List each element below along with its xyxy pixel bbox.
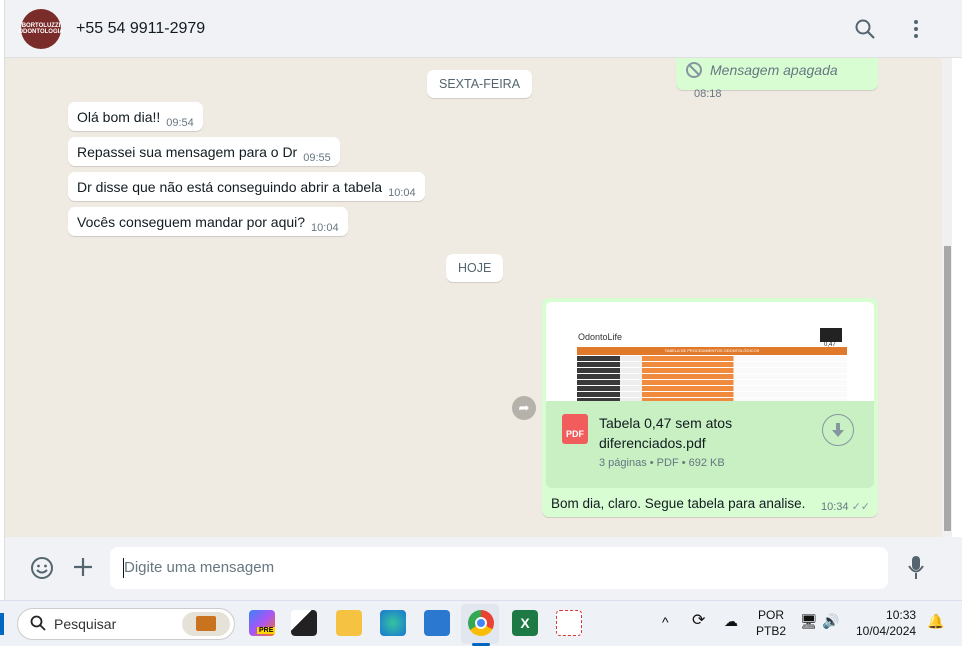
scrollbar-thumb[interactable] <box>944 246 951 531</box>
avatar[interactable]: BORTOLUZZI ODONTOLOGIA <box>18 9 64 49</box>
search-icon[interactable] <box>854 18 876 40</box>
preview-logo: OdontoLife <box>578 332 623 342</box>
snipping-tool-icon[interactable] <box>556 610 582 636</box>
message-text: Dr disse que não está conseguindo abrir … <box>77 179 383 195</box>
message-text: Repassei sua mensagem para o Dr <box>77 144 298 160</box>
network-icon[interactable]: 🖥 <box>800 613 818 629</box>
start-edge[interactable] <box>0 613 4 635</box>
pdf-icon: PDF <box>562 414 588 444</box>
search-icon <box>30 615 46 634</box>
contact-name[interactable]: +55 54 9911-2979 <box>76 20 205 38</box>
language-indicator[interactable]: POR PTB2 <box>756 607 786 639</box>
date-chip: HOJE <box>446 254 504 282</box>
sync-icon[interactable]: ⟳ <box>692 613 705 629</box>
preview-title: TABELA DE PROCEDIMENTOS ODONTOLÓGICOS <box>577 347 847 355</box>
compose-bar: Digite uma mensagem <box>5 537 962 600</box>
menu-icon[interactable] <box>905 18 927 40</box>
message-time: 09:55 <box>303 152 331 164</box>
taskbar-search[interactable]: Pesquisar <box>17 608 235 640</box>
clock-time: 10:33 <box>886 608 917 622</box>
date-chip: SEXTA-FEIRA <box>427 70 533 98</box>
double-check-icon: ✓✓ <box>851 501 870 513</box>
document-meta: 3 páginas • PDF • 692 KB <box>599 457 725 469</box>
search-label: Pesquisar <box>54 616 117 632</box>
language-code: POR <box>758 608 785 622</box>
forward-icon[interactable]: ➦ <box>512 396 536 420</box>
edge-icon[interactable] <box>380 610 406 636</box>
chrome-icon[interactable] <box>468 610 494 636</box>
message-text: Olá bom dia!! <box>77 109 161 125</box>
clock-date: 10/04/2024 <box>856 624 917 638</box>
message-in[interactable]: Olá bom dia!! 09:54 <box>68 102 203 131</box>
message-time: 10:04 <box>311 222 339 234</box>
document-message[interactable]: OdontoLife 0,47 TABELA DE PROCEDIMENTOS … <box>542 298 878 517</box>
message-input[interactable]: Digite uma mensagem <box>110 547 888 589</box>
attach-plus-icon[interactable] <box>72 556 94 583</box>
message-in[interactable]: Repassei sua mensagem para o Dr 09:55 <box>68 137 340 166</box>
deleted-message[interactable]: Mensagem apagada 08:18 <box>676 58 878 100</box>
document-preview[interactable]: OdontoLife 0,47 TABELA DE PROCEDIMENTOS … <box>546 302 874 401</box>
message-in[interactable]: Dr disse que não está conseguindo abrir … <box>68 172 425 201</box>
deleted-text: Mensagem apagada <box>710 62 838 78</box>
excel-icon[interactable]: X <box>512 610 538 636</box>
message-time: 10:04 <box>388 187 416 199</box>
message-in[interactable]: Vocês conseguem mandar por aqui? 10:04 <box>68 207 348 236</box>
message-time: 08:18 <box>694 88 722 100</box>
chevron-up-icon[interactable]: ^ <box>662 614 669 630</box>
file-explorer-icon[interactable] <box>336 610 362 636</box>
scrollbar[interactable] <box>942 58 952 537</box>
document-row[interactable]: PDF Tabela 0,47 sem atos diferenciados.p… <box>546 401 874 488</box>
document-name[interactable]: Tabela 0,47 sem atos diferenciados.pdf <box>599 413 819 453</box>
cloud-off-icon[interactable]: ☁ <box>724 613 738 629</box>
message-time: 09:54 <box>166 117 194 129</box>
pre-badge: PRE <box>257 627 276 634</box>
preview-table <box>577 355 847 401</box>
taskbar: Pesquisar PRE X ^ ⟳ ☁ POR PTB2 🖥 🔊 10:33 1… <box>0 600 962 646</box>
notification-bell-icon[interactable]: 🔔 <box>927 613 944 629</box>
message-list[interactable]: Mensagem apagada 08:18 SEXTA-FEIRA Olá b… <box>5 58 942 537</box>
download-icon[interactable] <box>822 414 854 446</box>
chat-header[interactable]: BORTOLUZZI ODONTOLOGIA +55 54 9911-2979 <box>5 0 962 58</box>
microphone-icon[interactable] <box>907 555 925 586</box>
preview-badge <box>820 328 842 342</box>
blocked-icon <box>686 62 702 78</box>
task-view-icon[interactable] <box>291 610 317 636</box>
keyboard-layout: PTB2 <box>756 624 787 638</box>
copilot-icon[interactable]: PRE <box>249 610 276 636</box>
message-text: Vocês conseguem mandar por aqui? <box>77 214 306 230</box>
notepad-icon[interactable] <box>424 610 450 636</box>
message-time: 10:34 <box>820 501 849 513</box>
briefcase-icon <box>182 612 230 636</box>
clock[interactable]: 10:33 10/04/2024 <box>856 607 916 639</box>
volume-icon[interactable]: 🔊 <box>822 613 839 629</box>
emoji-icon[interactable] <box>30 556 54 585</box>
